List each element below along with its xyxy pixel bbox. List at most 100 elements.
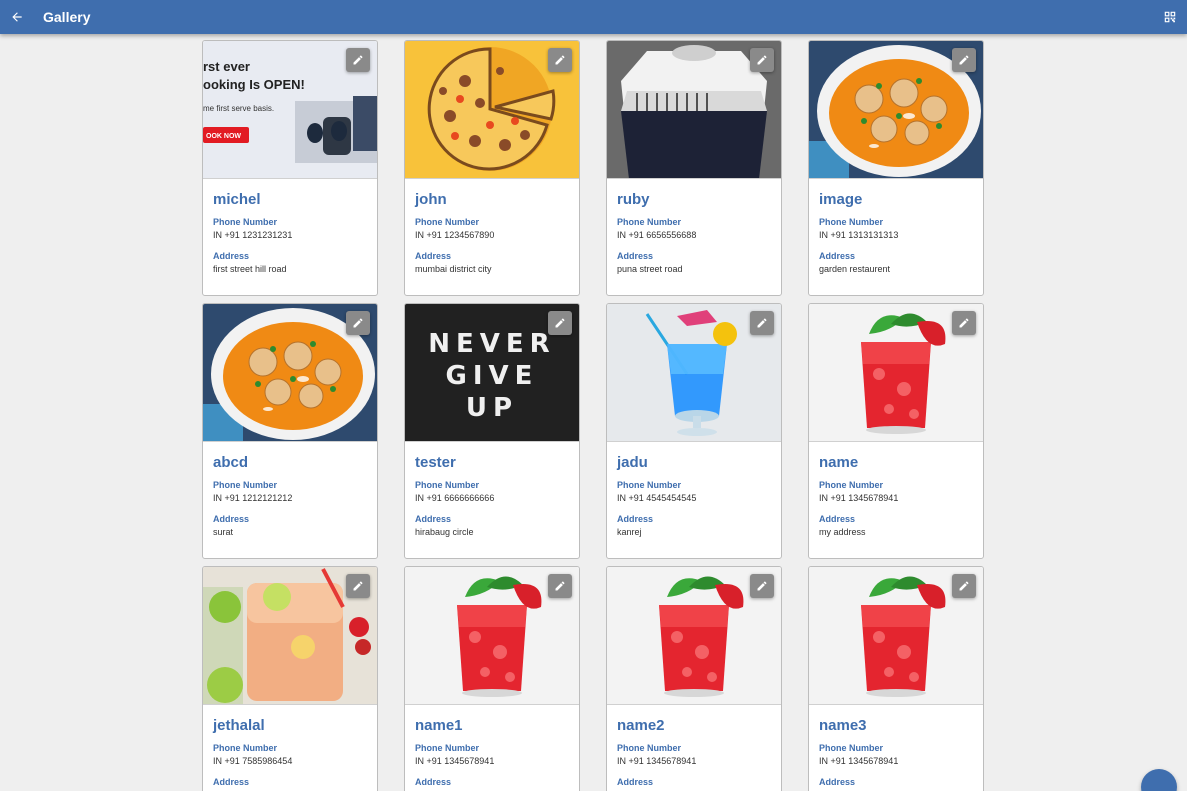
gallery-card[interactable]: name1 Phone Number IN +91 1345678941 Add… — [404, 566, 580, 791]
card-name: jadu — [617, 454, 648, 471]
card-image — [405, 567, 579, 705]
gallery-card[interactable]: name2 Phone Number IN +91 1345678941 Add… — [606, 566, 782, 791]
gallery-card[interactable]: rst ever ooking Is OPEN! me first serve … — [202, 40, 378, 296]
address-label: Address — [213, 514, 250, 524]
edit-button[interactable] — [548, 311, 572, 335]
address-value: kanrej — [617, 527, 642, 537]
card-name: john — [415, 191, 447, 208]
phone-label: Phone Number — [819, 743, 884, 753]
pencil-icon — [555, 55, 565, 65]
address-label: Address — [415, 777, 452, 787]
address-label: Address — [819, 251, 856, 261]
banner-line-2: ooking Is OPEN! — [203, 77, 305, 92]
phone-value: IN +91 1231231231 — [213, 230, 293, 240]
phone-value: IN +91 7585986454 — [213, 756, 293, 766]
card-image — [809, 567, 983, 705]
card-image: rst ever ooking Is OPEN! me first serve … — [203, 41, 377, 179]
gallery-card[interactable]: jethalal Phone Number IN +91 7585986454 … — [202, 566, 378, 791]
phone-value: IN +91 6656556688 — [617, 230, 697, 240]
address-label: Address — [213, 251, 250, 261]
edit-button[interactable] — [750, 48, 774, 72]
address-value: garden restaurent — [819, 264, 891, 274]
card-image — [809, 304, 983, 442]
phone-value: IN +91 1313131313 — [819, 230, 899, 240]
phone-label: Phone Number — [213, 743, 278, 753]
address-value: my address — [819, 527, 866, 537]
pencil-icon — [353, 581, 363, 591]
phone-label: Phone Number — [415, 480, 480, 490]
pencil-icon — [353, 318, 363, 328]
address-label: Address — [819, 777, 856, 787]
card-image — [405, 41, 579, 179]
address-value: first street hill road — [213, 264, 287, 274]
phone-label: Phone Number — [819, 480, 884, 490]
card-image — [203, 567, 377, 705]
gallery-card[interactable]: ruby Phone Number IN +91 6656556688 Addr… — [606, 40, 782, 296]
address-value: surat — [213, 527, 234, 537]
gallery-card[interactable]: jadu Phone Number IN +91 4545454545 Addr… — [606, 303, 782, 559]
back-button[interactable] — [2, 0, 32, 34]
pencil-icon — [959, 318, 969, 328]
address-label: Address — [617, 251, 654, 261]
gallery-card[interactable]: image Phone Number IN +91 1313131313 Add… — [808, 40, 984, 296]
edit-button[interactable] — [548, 48, 572, 72]
phone-value: IN +91 1345678941 — [415, 756, 495, 766]
address-value: puna street road — [617, 264, 683, 274]
address-label: Address — [415, 251, 452, 261]
card-name: ruby — [617, 191, 650, 208]
edit-button[interactable] — [346, 48, 370, 72]
phone-value: IN +91 1345678941 — [617, 756, 697, 766]
edit-button[interactable] — [750, 574, 774, 598]
phone-label: Phone Number — [213, 217, 278, 227]
card-image — [607, 304, 781, 442]
gallery-card[interactable]: name Phone Number IN +91 1345678941 Addr… — [808, 303, 984, 559]
address-value: hirabaug circle — [415, 527, 474, 537]
pencil-icon — [959, 55, 969, 65]
gallery-grid: rst ever ooking Is OPEN! me first serve … — [202, 40, 984, 791]
gallery-card[interactable]: abcd Phone Number IN +91 1212121212 Addr… — [202, 303, 378, 559]
pencil-icon — [757, 581, 767, 591]
gallery-card[interactable]: john Phone Number IN +91 1234567890 Addr… — [404, 40, 580, 296]
card-image — [809, 41, 983, 179]
address-label: Address — [819, 514, 856, 524]
pencil-icon — [555, 318, 565, 328]
address-value: mumbai district city — [415, 264, 492, 274]
banner-line-3: me first serve basis. — [203, 104, 274, 113]
poster-line-2: GIVE — [446, 361, 539, 391]
poster-line-3: UP — [466, 393, 518, 423]
edit-button[interactable] — [548, 574, 572, 598]
edit-button[interactable] — [952, 574, 976, 598]
phone-value: IN +91 1345678941 — [819, 756, 899, 766]
edit-button[interactable] — [346, 311, 370, 335]
phone-label: Phone Number — [617, 217, 682, 227]
address-label: Address — [617, 514, 654, 524]
edit-button[interactable] — [346, 574, 370, 598]
qr-code-add-icon — [1164, 11, 1176, 23]
banner-line-1: rst ever — [203, 59, 250, 74]
edit-button[interactable] — [750, 311, 774, 335]
page-title: Gallery — [43, 9, 91, 25]
gallery-card[interactable]: name3 Phone Number IN +91 1345678941 Add… — [808, 566, 984, 791]
edit-button[interactable] — [952, 311, 976, 335]
phone-value: IN +91 1234567890 — [415, 230, 495, 240]
card-name: name2 — [617, 717, 665, 734]
card-name: name3 — [819, 717, 867, 734]
floating-action-button[interactable] — [1141, 769, 1177, 791]
pencil-icon — [757, 55, 767, 65]
card-name: image — [819, 191, 863, 208]
phone-label: Phone Number — [415, 743, 480, 753]
pencil-icon — [959, 581, 969, 591]
app-bar: Gallery — [0, 0, 1187, 34]
arrow-left-icon — [12, 12, 22, 22]
poster-line-1: NEVER — [428, 329, 555, 359]
card-image — [607, 41, 781, 179]
card-name: jethalal — [213, 717, 265, 734]
card-image — [203, 304, 377, 442]
banner-button-text: OOK NOW — [206, 133, 241, 140]
phone-label: Phone Number — [819, 217, 884, 227]
qr-code-button[interactable] — [1161, 8, 1179, 26]
card-name: michel — [213, 191, 261, 208]
edit-button[interactable] — [952, 48, 976, 72]
address-label: Address — [415, 514, 452, 524]
gallery-card[interactable]: NEVER GIVE UP tester Phone Number IN +91… — [404, 303, 580, 559]
